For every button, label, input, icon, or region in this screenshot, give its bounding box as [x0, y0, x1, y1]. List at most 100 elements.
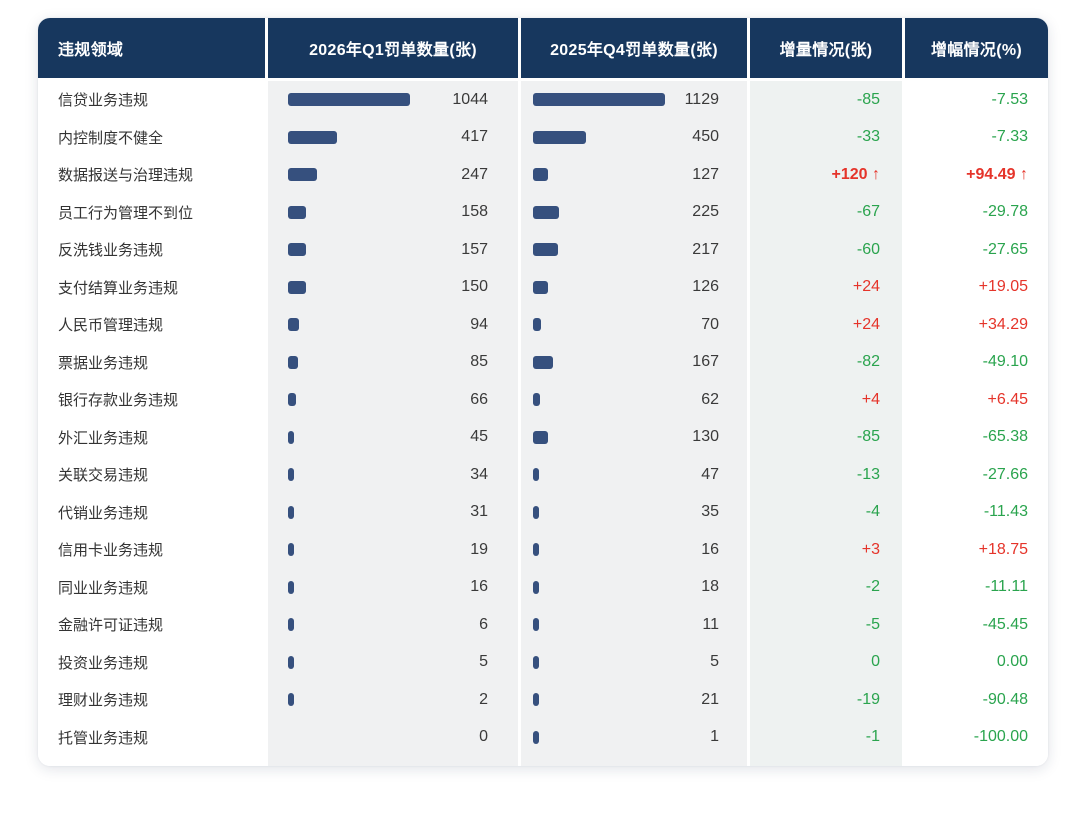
q4-value: 70 — [541, 316, 747, 334]
violation-area-label: 信贷业务违规 — [38, 81, 265, 119]
q4-value: 130 — [548, 428, 747, 446]
violation-area-label: 理财业务违规 — [38, 681, 265, 719]
pct-value: -11.43 — [902, 494, 1048, 532]
q4-value: 217 — [558, 241, 747, 259]
q1-bar — [288, 243, 306, 256]
pct-value: +19.05 — [902, 269, 1048, 307]
q4-value: 450 — [586, 128, 747, 146]
pct-value: -29.78 — [902, 194, 1048, 232]
pct-value: +18.75 — [902, 531, 1048, 569]
q1-value: 6 — [294, 616, 518, 634]
q1-value: 1044 — [410, 91, 518, 109]
q4-bar — [533, 356, 553, 369]
pct-value: -49.10 — [902, 344, 1048, 382]
q1-bar — [288, 206, 306, 219]
pct-value: -90.48 — [902, 681, 1048, 719]
q4-bar — [533, 131, 586, 144]
pct-value: -100.00 — [902, 719, 1048, 757]
pct-value: -7.33 — [902, 119, 1048, 157]
q4-value: 167 — [553, 353, 747, 371]
violation-area-label: 托管业务违规 — [38, 719, 265, 757]
q4-bar-cell: 217 — [518, 231, 747, 269]
q1-bar — [288, 393, 296, 406]
q1-bar-cell: 45 — [265, 419, 518, 457]
table-row: 内控制度不健全 417 450 -33 -7.33 — [38, 119, 1048, 157]
q4-value: 18 — [539, 578, 747, 596]
violation-area-label: 人民币管理违规 — [38, 306, 265, 344]
q1-value: 247 — [317, 166, 518, 184]
q1-bar-cell: 1044 — [265, 81, 518, 119]
table-row: 同业业务违规 16 18 -2 -11.11 — [38, 569, 1048, 607]
table-row: 代销业务违规 31 35 -4 -11.43 — [38, 494, 1048, 532]
table-row: 人民币管理违规 94 70 +24 +34.29 — [38, 306, 1048, 344]
pct-value: +34.29 — [902, 306, 1048, 344]
q1-bar-cell: 150 — [265, 269, 518, 307]
q4-value: 1129 — [665, 91, 747, 109]
q1-value: 417 — [337, 128, 518, 146]
header-violation-area: 违规领域 — [38, 18, 265, 78]
q1-bar — [288, 281, 306, 294]
table-row: 员工行为管理不到位 158 225 -67 -29.78 — [38, 194, 1048, 232]
q1-bar — [288, 168, 317, 181]
delta-value: -82 — [747, 344, 902, 382]
q1-value: 2 — [294, 691, 518, 709]
table-row: 投资业务违规 5 5 0 0.00 — [38, 644, 1048, 682]
q4-value: 1 — [539, 728, 747, 746]
table-bottom-spacer — [38, 756, 1048, 766]
pct-value: +6.45 — [902, 381, 1048, 419]
header-delta-percent: 增幅情况(%) — [902, 18, 1048, 78]
q4-bar-cell: 21 — [518, 681, 747, 719]
q4-bar-cell: 47 — [518, 456, 747, 494]
q4-bar-cell: 450 — [518, 119, 747, 157]
pct-value: -7.53 — [902, 81, 1048, 119]
q4-bar-cell: 130 — [518, 419, 747, 457]
q1-bar-cell: 2 — [265, 681, 518, 719]
pct-value: -65.38 — [902, 419, 1048, 457]
q1-bar-cell: 94 — [265, 306, 518, 344]
q1-value: 31 — [294, 503, 518, 521]
violation-area-label: 金融许可证违规 — [38, 606, 265, 644]
q1-bar — [288, 356, 298, 369]
q1-value: 19 — [294, 541, 518, 559]
delta-value: -5 — [747, 606, 902, 644]
q1-value: 94 — [299, 316, 518, 334]
violation-area-label: 银行存款业务违规 — [38, 381, 265, 419]
violation-area-label: 同业业务违规 — [38, 569, 265, 607]
q4-value: 62 — [540, 391, 747, 409]
pct-value: -27.65 — [902, 231, 1048, 269]
violation-area-label: 内控制度不健全 — [38, 119, 265, 157]
violation-area-label: 数据报送与治理违规 — [38, 156, 265, 194]
q4-bar — [533, 431, 548, 444]
q1-bar — [288, 131, 337, 144]
delta-value: -60 — [747, 231, 902, 269]
q4-bar-cell: 62 — [518, 381, 747, 419]
q1-bar-cell: 34 — [265, 456, 518, 494]
violation-area-label: 票据业务违规 — [38, 344, 265, 382]
table-row: 外汇业务违规 45 130 -85 -65.38 — [38, 419, 1048, 457]
header-q4-2025-count: 2025年Q4罚单数量(张) — [518, 18, 747, 78]
q4-bar-cell: 167 — [518, 344, 747, 382]
violation-area-label: 代销业务违规 — [38, 494, 265, 532]
q1-bar — [288, 318, 299, 331]
q1-value: 16 — [294, 578, 518, 596]
q4-bar-cell: 1129 — [518, 81, 747, 119]
q1-bar-cell: 6 — [265, 606, 518, 644]
q1-value: 158 — [306, 203, 518, 221]
q1-value: 0 — [268, 728, 518, 746]
q4-value: 35 — [539, 503, 747, 521]
q1-bar-cell: 66 — [265, 381, 518, 419]
q4-bar — [533, 393, 540, 406]
violation-area-label: 关联交易违规 — [38, 456, 265, 494]
q4-bar-cell: 225 — [518, 194, 747, 232]
delta-value: -33 — [747, 119, 902, 157]
q4-bar-cell: 1 — [518, 719, 747, 757]
header-q1-2026-count: 2026年Q1罚单数量(张) — [265, 18, 518, 78]
q1-bar — [288, 93, 410, 106]
q4-value: 5 — [539, 653, 747, 671]
q4-bar-cell: 16 — [518, 531, 747, 569]
violation-area-label: 支付结算业务违规 — [38, 269, 265, 307]
delta-value: -85 — [747, 419, 902, 457]
violation-area-label: 投资业务违规 — [38, 644, 265, 682]
q4-value: 225 — [559, 203, 747, 221]
q4-bar — [533, 206, 559, 219]
